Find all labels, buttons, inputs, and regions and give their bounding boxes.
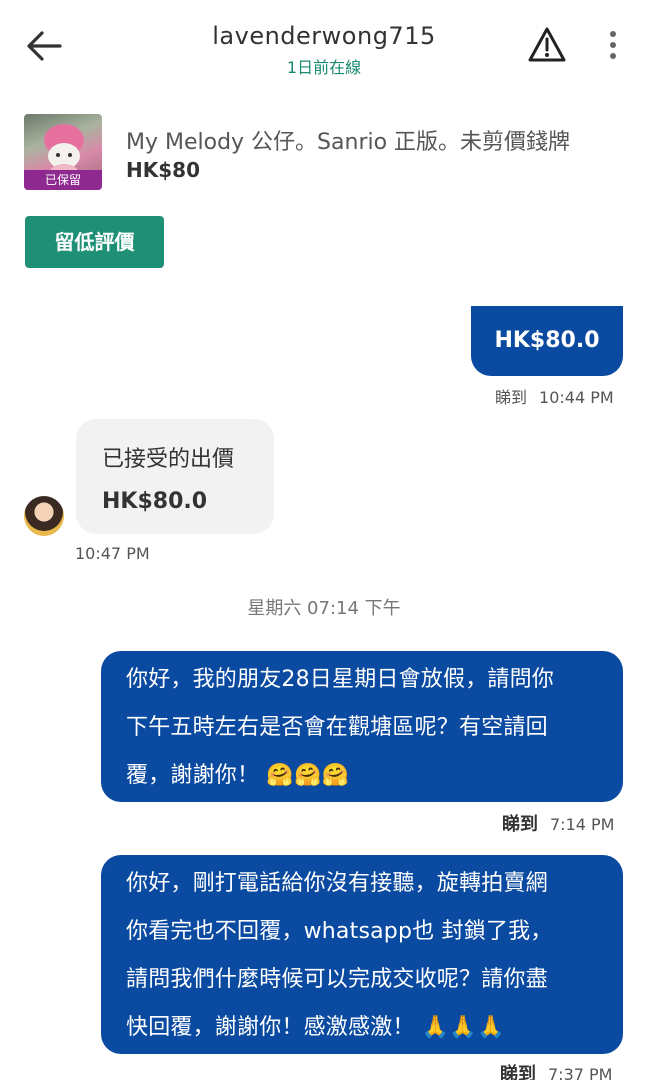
chat-header: lavenderwong715 1日前在線 [0,0,648,90]
message-line: 你好，剛打電話給你沒有接聽，旋轉拍賣網 [126,871,548,896]
arrow-left-icon[interactable] [24,26,64,66]
accepted-offer-label: 已接受的出價 [102,447,235,472]
message-line: 請問我們什麼時候可以完成交收呢？請你盡 [126,967,548,992]
leave-review-button[interactable]: 留低評價 [25,216,164,268]
message-meta: 睇到 7:37 PM [500,1060,612,1080]
warning-triangle-icon[interactable] [526,24,568,66]
message-meta: 睇到 7:14 PM [502,810,614,836]
listing-price: HK$80 [126,158,200,182]
seen-label: 睇到 [502,814,538,835]
message-line: 快回覆，謝謝你！感激感激！ 🙏🙏🙏 [126,1015,505,1040]
message-bubble-outgoing[interactable]: 你好，我的朋友28日星期日會放假，請問你 下午五時左右是否會在觀塘區呢？有空請回… [101,651,623,802]
message-time: 7:14 PM [550,815,615,834]
message-time: 10:47 PM [75,544,150,563]
message-time: 10:44 PM [539,388,614,407]
offer-bubble-outgoing: HK$80.0 [471,306,623,376]
reserved-badge: 已保留 [24,170,102,190]
listing-title[interactable]: My Melody 公仔。Sanrio 正版。未剪價錢牌 [126,124,570,156]
online-status: 1日前在線 [286,58,362,77]
listing-card[interactable]: 已保留 My Melody 公仔。Sanrio 正版。未剪價錢牌 HK$80 [24,114,628,192]
accepted-offer-price: HK$80.0 [102,489,208,514]
seen-label: 睇到 [495,388,528,407]
chat-title[interactable]: lavenderwong715 1日前在線 [120,22,528,78]
message-meta: 睇到 10:44 PM [495,384,614,408]
message-line: 你好，我的朋友28日星期日會放假，請問你 [126,667,554,692]
message-line: 下午五時左右是否會在觀塘區呢？有空請回 [126,715,548,740]
message-time: 7:37 PM [548,1065,613,1080]
more-vertical-icon[interactable] [600,28,626,64]
avatar[interactable] [24,496,64,536]
offer-bubble-incoming: 已接受的出價 HK$80.0 [76,419,274,534]
listing-thumbnail[interactable]: 已保留 [24,114,102,190]
seen-label: 睇到 [500,1064,536,1080]
message-line: 你看完也不回覆，whatsapp也 封鎖了我， [126,919,553,944]
day-separator: 星期六 07:14 下午 [247,598,401,619]
username[interactable]: lavenderwong715 [120,22,528,50]
message-bubble-outgoing[interactable]: 你好，剛打電話給你沒有接聽，旋轉拍賣網 你看完也不回覆，whatsapp也 封鎖… [101,855,623,1054]
message-line: 覆，謝謝你！ 🤗🤗🤗 [126,763,350,788]
